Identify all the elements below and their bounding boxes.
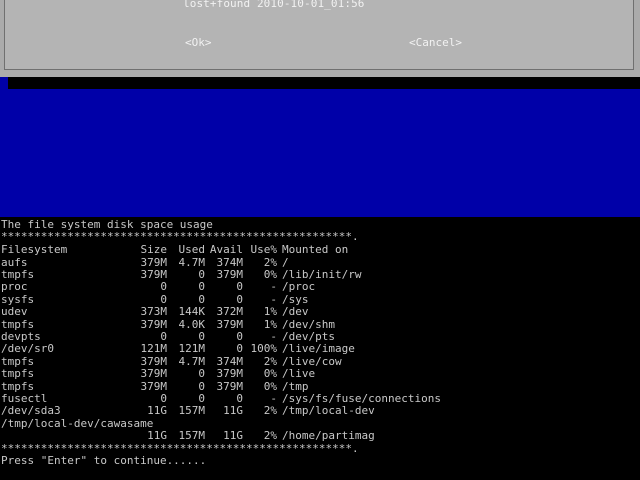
cell-filesystem: udev — [1, 305, 28, 319]
cell-use-percent: 100% — [250, 342, 278, 356]
cell-used: 157M — [178, 404, 206, 418]
table-row: sysfs 0 0 0-/sys — [1, 293, 637, 306]
table-row: aufs 379M 4.7M 374M 2% / — [1, 256, 637, 269]
cell-size: 373M — [140, 305, 168, 319]
dialog-box: lost+found 2010-10-01_01:56 <Ok> <Cancel… — [4, 0, 634, 70]
cell-used: 0 — [198, 367, 205, 381]
cell-mounted-on: /proc — [282, 280, 316, 294]
cell-used: 0 — [198, 280, 205, 294]
cell-size: 11G — [147, 429, 167, 443]
table-row: /tmp/local-dev/cawasame — [1, 416, 637, 430]
ok-button[interactable]: <Ok> — [185, 36, 212, 49]
separator-top: ****************************************… — [1, 230, 359, 243]
cell-filesystem: proc — [1, 280, 28, 294]
cell-avail: 0 — [236, 280, 243, 294]
dark-strip — [8, 77, 640, 89]
cell-use-percent: - — [270, 280, 277, 294]
table-row: proc 0 0 0 -/proc — [1, 280, 637, 294]
terminal-output: The file system disk space usage *******… — [0, 217, 640, 480]
table-row: tmpfs 379M 0 379M 0%/tmp — [1, 380, 637, 393]
cell-mounted-on: /home/partimag — [282, 429, 375, 443]
cell-avail: 11G — [223, 404, 243, 418]
cell-use-percent: 0% — [263, 367, 277, 381]
cell-size: 121M — [140, 342, 168, 356]
table-row: tmpfs 379M 4.7M 374M 2%/live/cow — [1, 355, 637, 368]
cell-filesystem: /dev/sr0 — [1, 342, 54, 356]
cell-use-percent: 1% — [263, 305, 277, 319]
dialog-list-item[interactable]: lost+found 2010-10-01_01:56 — [183, 0, 365, 10]
table-row: devpts 0 0 0-/dev/pts — [1, 330, 637, 343]
table-row: tmpfs 379M 4.0K 379M 1%/dev/shm — [1, 318, 637, 331]
cell-mounted-on: /dev — [282, 305, 309, 319]
table-row: /dev/sda3 11G 157M 11G 2% /tmp/local-dev — [1, 404, 637, 418]
continue-prompt: Press "Enter" to continue...... — [1, 453, 207, 467]
table-row: /dev/sr0 121M 121M 0 100% /live/image — [1, 342, 637, 356]
cell-size: 11G — [147, 404, 167, 418]
table-row: fusectl 0 0 0-/sys/fs/fuse/connections — [1, 392, 637, 405]
cell-avail: 372M — [216, 305, 244, 319]
cell-avail: 379M — [216, 367, 244, 381]
cell-used: 157M — [178, 429, 206, 443]
cell-size: 379M — [140, 367, 168, 381]
header-avail: Avail — [209, 243, 243, 256]
cell-avail: 0 — [236, 342, 243, 356]
header-used: Used — [178, 243, 206, 256]
table-row: udev 373M 144K 372M 1% /dev — [1, 305, 637, 319]
table-row: 11G 157M 11G 2% /home/partimag — [1, 429, 637, 443]
cell-used: 144K — [178, 305, 206, 319]
table-row: tmpfs 379M 0 379M 0%/lib/init/rw — [1, 268, 637, 281]
separator-bottom: ****************************************… — [1, 441, 359, 455]
cell-filesystem: tmpfs — [1, 367, 35, 381]
table-row: tmpfs 379M 0 379M 0% /live — [1, 367, 637, 381]
cell-filesystem: /tmp/local-dev/cawasame — [1, 416, 154, 430]
cell-use-percent: 2% — [263, 404, 277, 418]
table-header: Filesystem Size Used Avail Use% Mounted … — [1, 243, 637, 256]
blue-backdrop — [0, 89, 640, 217]
blue-edge-cell — [0, 77, 8, 89]
cell-size: 0 — [160, 280, 167, 294]
header-filesystem: Filesystem — [1, 243, 68, 256]
header-mounted-on: Mounted on — [282, 243, 349, 256]
cancel-button[interactable]: <Cancel> — [409, 36, 462, 49]
cell-used: 121M — [178, 342, 206, 356]
header-use-percent: Use% — [250, 243, 278, 256]
dialog-background: lost+found 2010-10-01_01:56 <Ok> <Cancel… — [0, 0, 640, 73]
cell-mounted-on: /live — [282, 367, 316, 381]
cell-avail: 11G — [223, 429, 243, 443]
cell-filesystem: /dev/sda3 — [1, 404, 61, 418]
header-size: Size — [140, 243, 168, 256]
cell-mounted-on: /live/image — [282, 342, 355, 356]
cell-use-percent: 2% — [263, 429, 277, 443]
cell-mounted-on: /tmp/local-dev — [282, 404, 375, 418]
